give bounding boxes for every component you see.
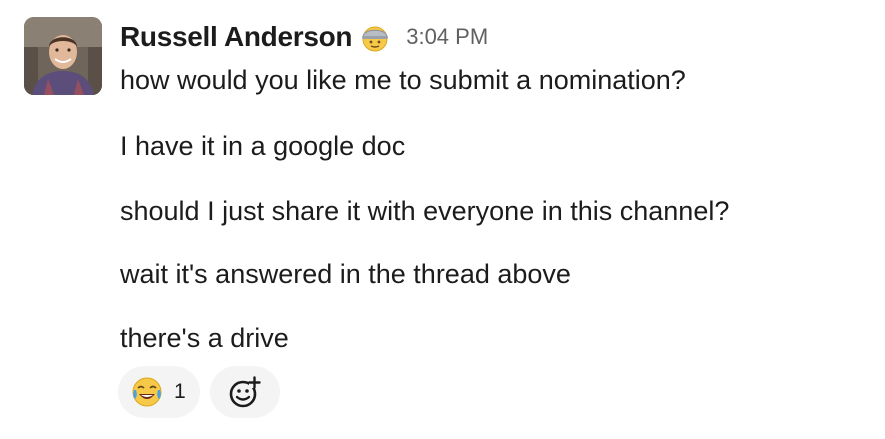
timestamp[interactable]: 3:04 PM (406, 24, 488, 50)
add-emoji-icon (229, 376, 261, 408)
message-line: wait it's answered in the thread above (120, 259, 571, 289)
hard-hat-face-emoji-icon[interactable] (360, 22, 390, 52)
avatar[interactable] (24, 17, 102, 95)
joy-emoji-icon (130, 375, 164, 409)
avatar-photo (24, 17, 102, 95)
sender-name[interactable]: Russell Anderson (120, 21, 353, 53)
reaction-joy[interactable]: 1 (118, 366, 200, 418)
message-line: there's a drive (120, 323, 289, 353)
message-line: should I just share it with everyone in … (120, 196, 730, 226)
message: Russell Anderson 3:04 PM how would you l… (0, 0, 885, 439)
add-reaction-button[interactable] (209, 366, 280, 418)
message-header: Russell Anderson 3:04 PM (120, 18, 488, 56)
message-line: I have it in a google doc (120, 131, 406, 161)
message-line: how would you like me to submit a nomina… (120, 65, 686, 95)
reaction-count: 1 (174, 380, 186, 403)
reactions-bar: 1 (118, 366, 280, 418)
